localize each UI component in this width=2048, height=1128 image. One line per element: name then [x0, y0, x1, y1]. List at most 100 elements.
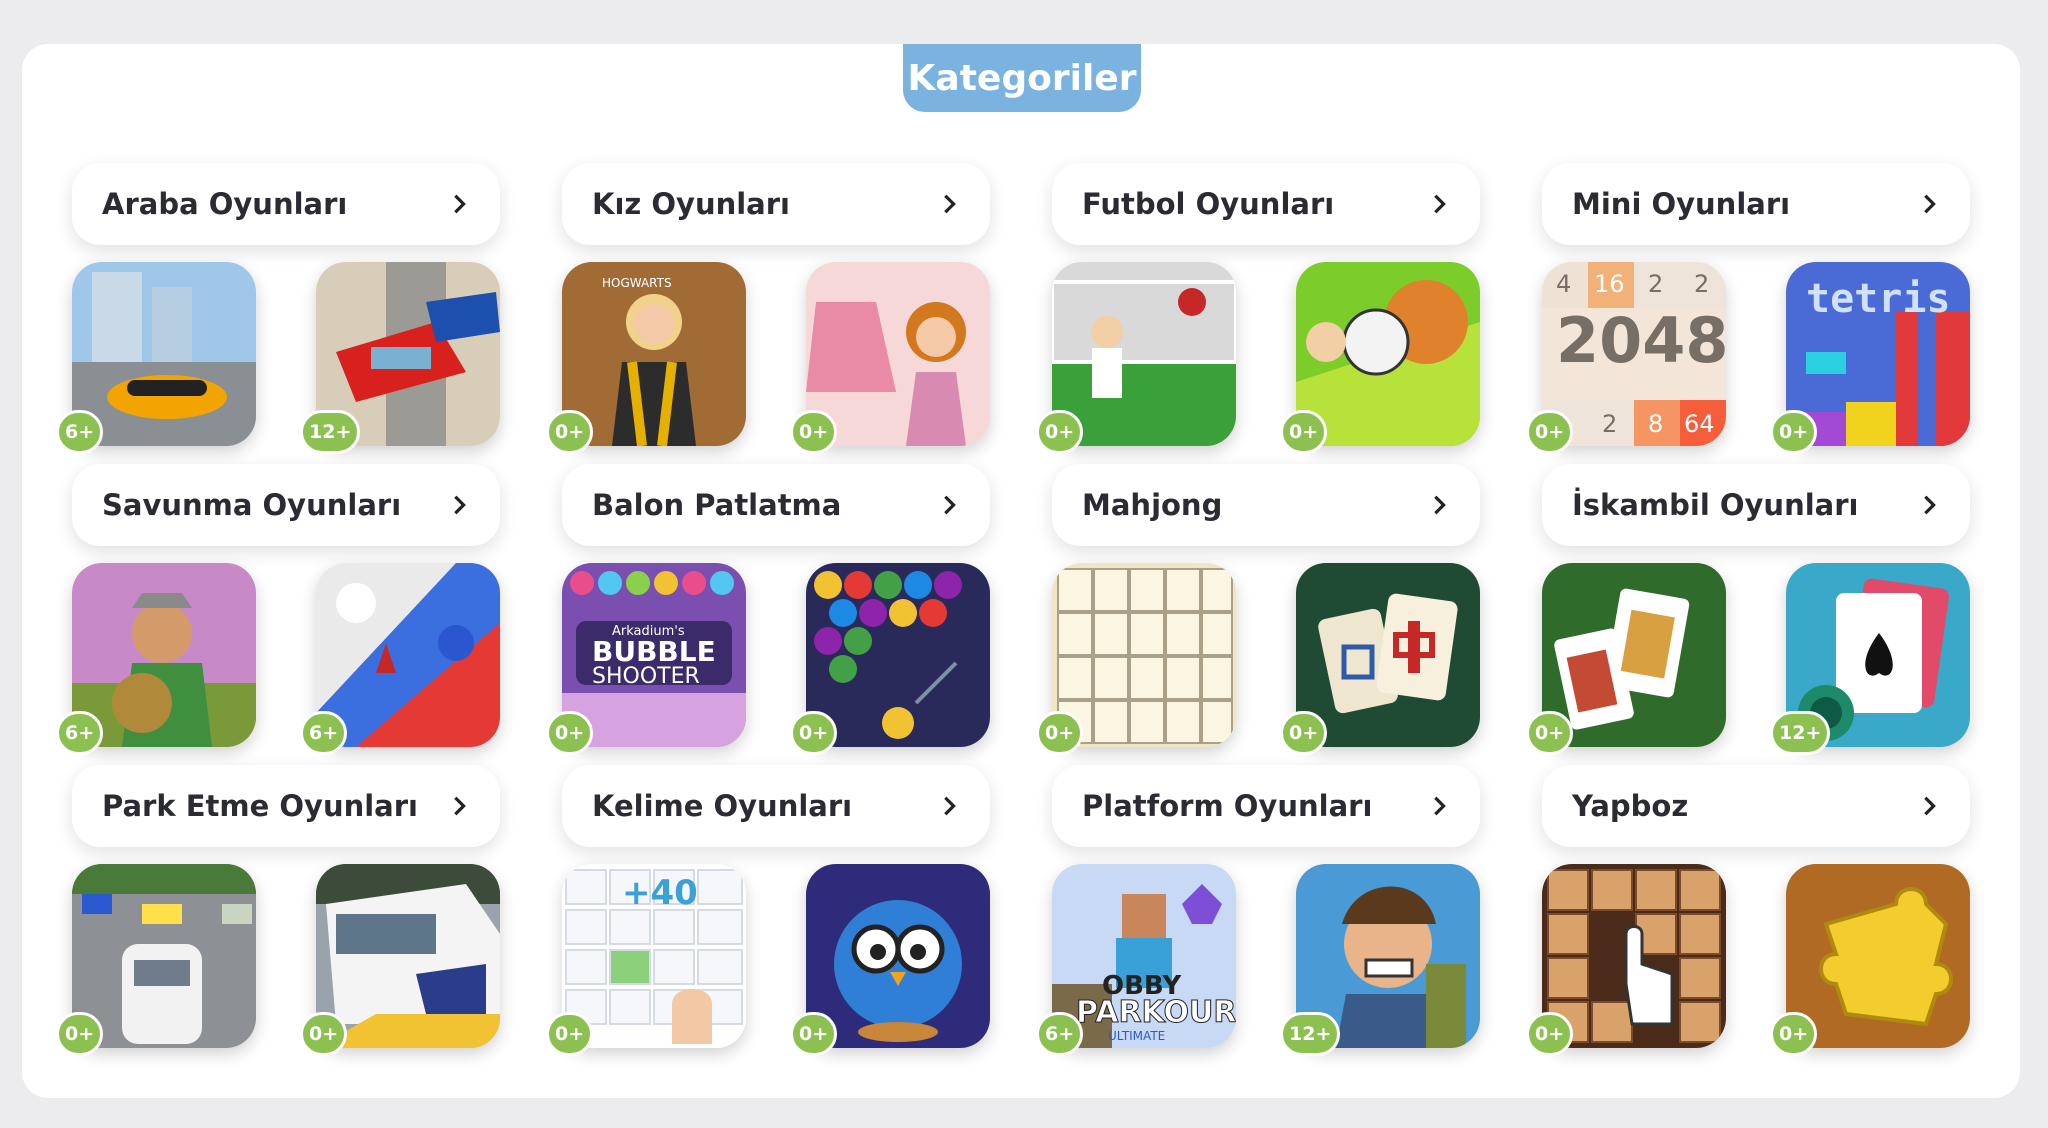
age-badge: 0+: [1036, 711, 1084, 755]
age-badge: 0+: [300, 1012, 348, 1056]
chevron-right-icon: [1924, 194, 1936, 214]
category-header-platform[interactable]: Platform Oyunları: [1052, 765, 1480, 847]
category-header-mahjong[interactable]: Mahjong: [1052, 464, 1480, 546]
svg-text:2: 2: [1694, 270, 1709, 298]
category-header-park[interactable]: Park Etme Oyunları: [72, 765, 500, 847]
chevron-right-icon: [1434, 194, 1446, 214]
svg-text:16: 16: [1594, 270, 1625, 298]
category-header-savunma[interactable]: Savunma Oyunları: [72, 464, 500, 546]
category-label: Savunma Oyunları: [102, 488, 402, 522]
chevron-right-icon: [944, 194, 956, 214]
game-thumbnail[interactable]: [806, 864, 990, 1048]
category-header-yapboz[interactable]: Yapboz: [1542, 765, 1970, 847]
age-badge: 6+: [56, 711, 104, 755]
age-badge: 0+: [790, 410, 838, 454]
game-thumbnail[interactable]: HOGWARTS: [562, 262, 746, 446]
category-futbol: Futbol Oyunları 0+ 0+: [1036, 163, 1480, 464]
age-badge: 12+: [300, 410, 361, 454]
category-kelime: Kelime Oyunları +40 0+ 0+: [546, 765, 990, 1066]
chevron-right-icon: [454, 194, 466, 214]
age-badge: 0+: [546, 410, 594, 454]
game-thumbnail[interactable]: [1296, 262, 1480, 446]
game-thumbnail[interactable]: [316, 563, 500, 747]
game-thumbnail[interactable]: OBBY PARKOUR ULTIMATE: [1052, 864, 1236, 1048]
age-badge: 6+: [300, 711, 348, 755]
category-label: Platform Oyunları: [1082, 789, 1373, 823]
svg-text:4: 4: [1556, 270, 1571, 298]
game-caption: +40: [622, 873, 698, 913]
svg-text:SHOOTER: SHOOTER: [592, 664, 700, 689]
svg-text:PARKOUR: PARKOUR: [1076, 995, 1236, 1030]
age-badge: 0+: [790, 1012, 838, 1056]
category-label: İskambil Oyunları: [1572, 488, 1859, 522]
category-header-balon[interactable]: Balon Patlatma: [562, 464, 990, 546]
age-badge: 0+: [1526, 410, 1574, 454]
category-label: Park Etme Oyunları: [102, 789, 418, 823]
svg-text:64: 64: [1684, 410, 1715, 438]
svg-text:8: 8: [1648, 410, 1663, 438]
chevron-right-icon: [1434, 495, 1446, 515]
game-thumbnail[interactable]: [806, 262, 990, 446]
game-thumbnail[interactable]: tetris: [1786, 262, 1970, 446]
category-iskambil: İskambil Oyunları 0+ 12+: [1526, 464, 1970, 765]
category-balon: Balon Patlatma Arkadium's BUBBLE SHOOTER…: [546, 464, 990, 765]
category-header-iskambil[interactable]: İskambil Oyunları: [1542, 464, 1970, 546]
game-thumbnail[interactable]: [72, 864, 256, 1048]
age-badge: 0+: [790, 711, 838, 755]
game-thumbnail[interactable]: [1052, 262, 1236, 446]
category-label: Kelime Oyunları: [592, 789, 853, 823]
game-thumbnail[interactable]: [1052, 563, 1236, 747]
age-badge: 12+: [1770, 711, 1831, 755]
category-platform: Platform Oyunları OBBY PARKOUR ULTIMATE …: [1036, 765, 1480, 1066]
game-caption: 2048: [1556, 304, 1726, 377]
category-label: Mini Oyunları: [1572, 187, 1791, 221]
age-badge: 0+: [546, 711, 594, 755]
game-caption: HOGWARTS: [602, 276, 672, 290]
age-badge: 6+: [1036, 1012, 1084, 1056]
age-badge: 0+: [1526, 1012, 1574, 1056]
category-header-mini[interactable]: Mini Oyunları: [1542, 163, 1970, 245]
game-caption: tetris: [1806, 276, 1951, 322]
category-header-kiz[interactable]: Kız Oyunları: [562, 163, 990, 245]
page-title: Kategoriler: [903, 44, 1141, 112]
age-badge: 6+: [56, 410, 104, 454]
category-label: Futbol Oyunları: [1082, 187, 1335, 221]
game-thumbnail[interactable]: [72, 563, 256, 747]
category-kiz: Kız Oyunları HOGWARTS 0+ 0+: [546, 163, 990, 464]
svg-text:2: 2: [1602, 410, 1617, 438]
game-thumbnail[interactable]: Arkadium's BUBBLE SHOOTER: [562, 563, 746, 747]
game-thumbnail[interactable]: 4 16 2 2 2048 2 8 64: [1542, 262, 1726, 446]
category-grid: Araba Oyunları 6+ 12+ Kız Oyunları HOGWA…: [56, 163, 1970, 1066]
category-mahjong: Mahjong 0+ 0+: [1036, 464, 1480, 765]
category-park: Park Etme Oyunları 0+ 0+: [56, 765, 500, 1066]
category-header-futbol[interactable]: Futbol Oyunları: [1052, 163, 1480, 245]
chevron-right-icon: [1924, 495, 1936, 515]
category-header-araba[interactable]: Araba Oyunları: [72, 163, 500, 245]
age-badge: 0+: [1770, 1012, 1818, 1056]
category-label: Balon Patlatma: [592, 488, 842, 522]
age-badge: 0+: [1770, 410, 1818, 454]
svg-text:2: 2: [1648, 270, 1663, 298]
category-araba: Araba Oyunları 6+ 12+: [56, 163, 500, 464]
chevron-right-icon: [1434, 796, 1446, 816]
category-label: Yapboz: [1572, 789, 1689, 823]
game-thumbnail[interactable]: [1542, 864, 1726, 1048]
category-label: Araba Oyunları: [102, 187, 348, 221]
game-thumbnail[interactable]: [806, 563, 990, 747]
age-badge: 0+: [1280, 410, 1328, 454]
game-thumbnail[interactable]: +40: [562, 864, 746, 1048]
chevron-right-icon: [944, 796, 956, 816]
category-savunma: Savunma Oyunları 6+ 6+: [56, 464, 500, 765]
age-badge: 0+: [1280, 711, 1328, 755]
game-thumbnail[interactable]: [1542, 563, 1726, 747]
age-badge: 12+: [1280, 1012, 1341, 1056]
game-thumbnail[interactable]: [72, 262, 256, 446]
game-thumbnail[interactable]: [316, 864, 500, 1048]
chevron-right-icon: [454, 495, 466, 515]
chevron-right-icon: [944, 495, 956, 515]
category-header-kelime[interactable]: Kelime Oyunları: [562, 765, 990, 847]
age-badge: 0+: [56, 1012, 104, 1056]
game-thumbnail[interactable]: [1296, 563, 1480, 747]
game-thumbnail[interactable]: [1786, 864, 1970, 1048]
chevron-right-icon: [1924, 796, 1936, 816]
